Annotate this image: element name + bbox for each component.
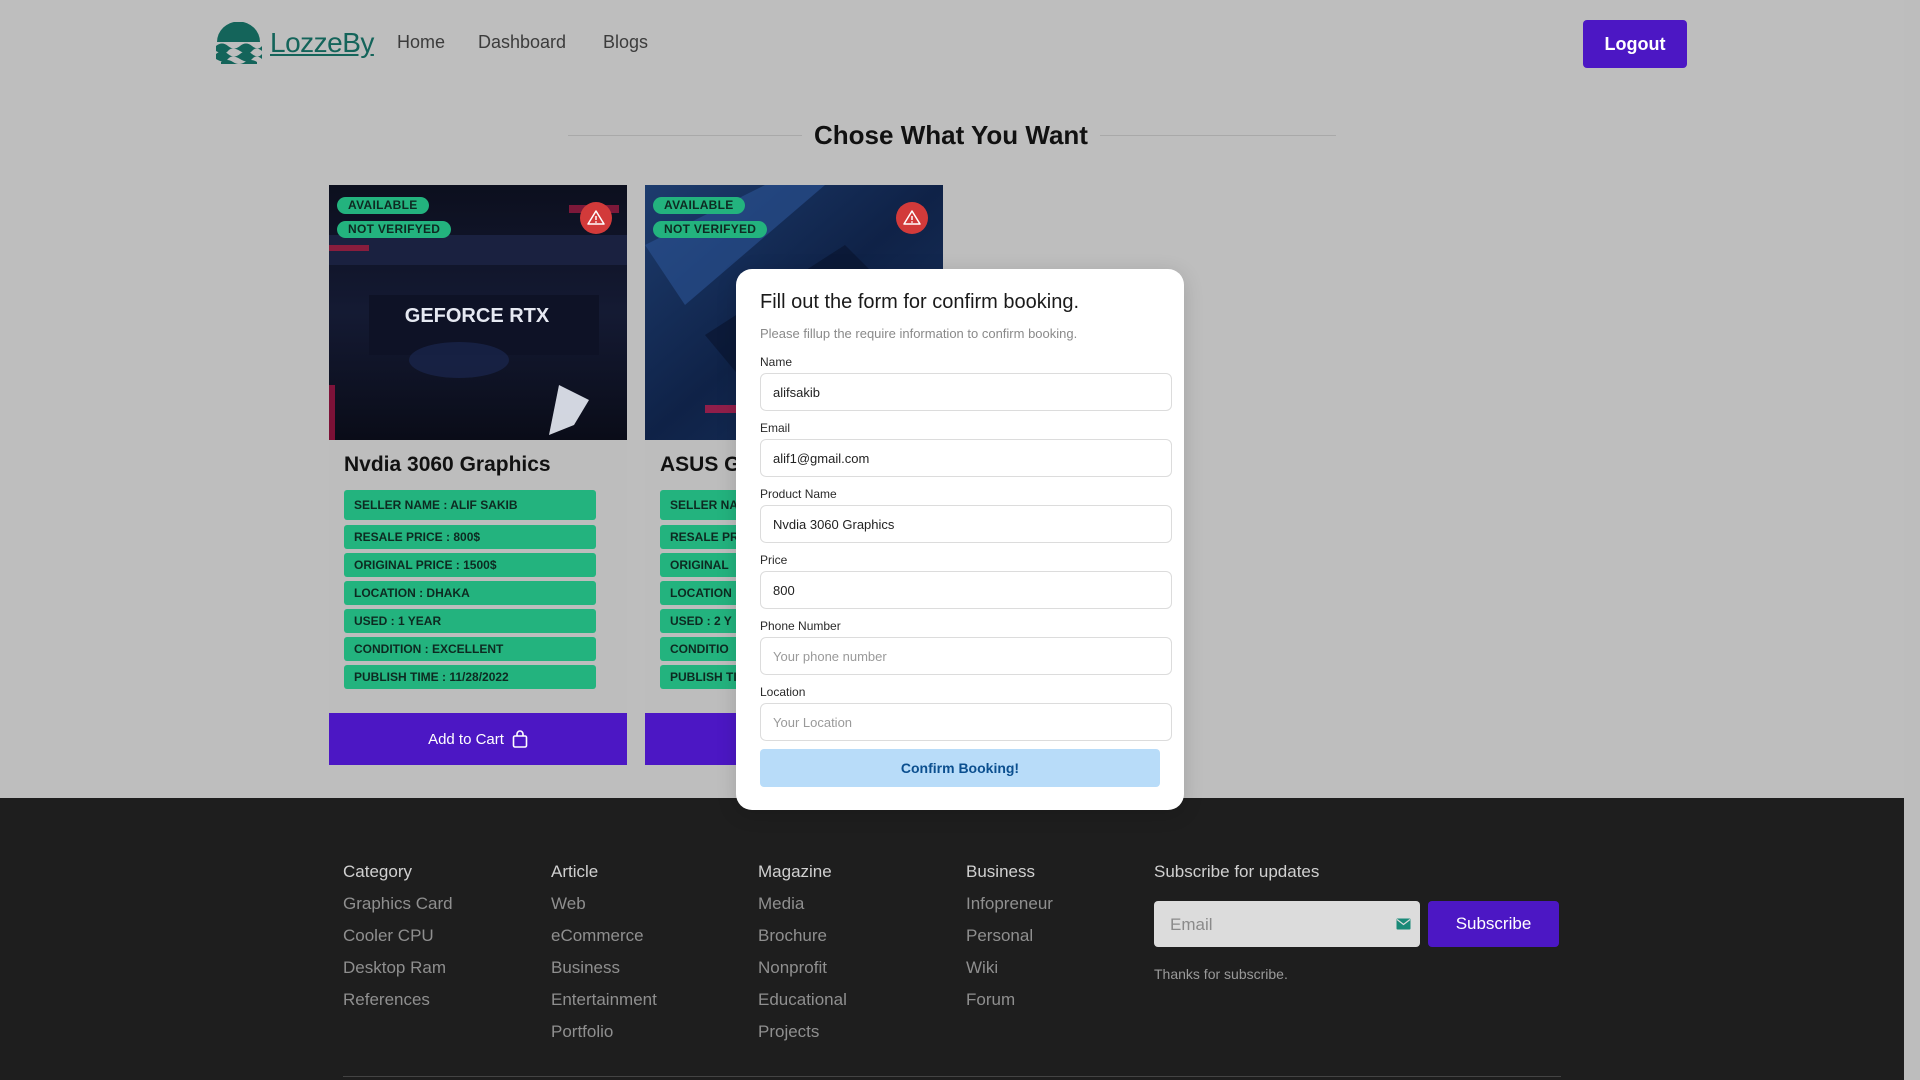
footer-link[interactable]: Brochure [758,926,847,958]
confirm-booking-button[interactable]: Confirm Booking! [760,749,1160,787]
detail-condition: CONDITION : EXCELLENT [344,637,596,661]
price-field[interactable] [760,571,1172,609]
shopping-bag-icon [512,730,528,748]
footer-divider [343,1076,1561,1077]
email-field[interactable] [760,439,1172,477]
subscribe-section: Subscribe for updates Subscribe Thanks f… [1154,862,1559,982]
footer-link[interactable]: eCommerce [551,926,657,958]
footer-heading: Category [343,862,412,881]
mail-icon [1396,918,1411,930]
product-name-field[interactable] [760,505,1172,543]
subscribe-email-box [1154,901,1420,949]
subscribe-thanks-text: Thanks for subscribe. [1154,966,1288,982]
name-field[interactable] [760,373,1172,411]
footer-link[interactable]: Business [551,958,657,990]
footer-link[interactable]: Projects [758,1022,847,1054]
footer-heading: Article [551,862,599,881]
logo-text: LozzeBy [270,27,374,58]
gpu-brand-text: GEFORCE RTX [405,305,550,327]
subscribe-heading: Subscribe for updates [1154,862,1320,881]
footer-heading: Magazine [758,862,832,881]
navbar: LozzeBy Home Dashboard Blogs Logout [0,0,1920,88]
product-card: GEFORCE RTX AVAILABLE NOT VERIFYED Nvdia… [329,185,627,765]
name-label: Name [760,355,793,369]
price-label: Price [760,553,788,567]
logout-button[interactable]: Logout [1583,20,1687,68]
add-to-cart-label: Add to Cart [428,730,504,748]
footer-column-magazine: Magazine Media Brochure Nonprofit Educat… [758,862,847,1054]
status-badge-verification: NOT VERIFYED [653,221,768,238]
detail-resale-price: RESALE PRICE : 800$ [344,525,596,549]
footer-column-article: Article Web eCommerce Business Entertain… [551,862,657,1054]
product-title: Nvdia 3060 Graphics [344,453,551,476]
footer-link[interactable]: Desktop Ram [343,958,453,990]
footer-column-business: Business Infopreneur Personal Wiki Forum [966,862,1053,1022]
waves-logo-icon [216,22,262,64]
footer-heading: Business [966,862,1035,881]
add-to-cart-button[interactable]: Add to Cart [329,713,627,765]
footer-column-category: Category Graphics Card Cooler CPU Deskto… [343,862,453,1022]
footer-link[interactable]: Educational [758,990,847,1022]
detail-used: USED : 1 YEAR [344,609,596,633]
footer-link[interactable]: Cooler CPU [343,926,453,958]
footer-link[interactable]: Portfolio [551,1022,657,1054]
footer-link[interactable]: Wiki [966,958,1053,990]
subscribe-button[interactable]: Subscribe [1428,901,1559,947]
location-label: Location [760,685,806,699]
product-name-label: Product Name [760,487,837,501]
footer-link[interactable]: Media [758,894,847,926]
footer-link[interactable]: Web [551,894,657,926]
warning-triangle-icon [903,210,921,225]
modal-subtitle: Please fillup the require information to… [760,326,1078,341]
logo[interactable]: LozzeBy [215,22,374,64]
footer: Category Graphics Card Cooler CPU Deskto… [0,798,1904,1080]
warning-triangle-icon [587,210,605,225]
report-button[interactable] [896,202,928,234]
footer-link[interactable]: References [343,990,453,1022]
status-badge-available: AVAILABLE [337,197,429,214]
detail-original-price: ORIGINAL PRICE : 1500$ [344,553,596,577]
status-badge-verification: NOT VERIFYED [337,221,452,238]
modal-title: Fill out the form for confirm booking. [760,291,1080,313]
product-image: GEFORCE RTX AVAILABLE NOT VERIFYED [329,185,627,440]
nav-home[interactable]: Home [397,32,445,53]
nav-dashboard[interactable]: Dashboard [478,32,566,53]
status-badge-available: AVAILABLE [653,197,745,214]
footer-link[interactable]: Entertainment [551,990,657,1022]
subscribe-email-input[interactable] [1154,901,1402,949]
detail-location: LOCATION : DHAKA [344,581,596,605]
phone-label: Phone Number [760,619,841,633]
footer-link[interactable]: Graphics Card [343,894,453,926]
phone-field[interactable] [760,637,1172,675]
booking-modal: Fill out the form for confirm booking. P… [736,269,1184,810]
footer-link[interactable]: Nonprofit [758,958,847,990]
footer-link[interactable]: Personal [966,926,1053,958]
detail-publish-time: PUBLISH TIME : 11/28/2022 [344,665,596,689]
nav-blogs[interactable]: Blogs [603,32,648,53]
report-button[interactable] [580,202,612,234]
scrollbar-track[interactable] [1904,0,1920,1080]
footer-link[interactable]: Forum [966,990,1053,1022]
detail-seller: SELLER NAME : ALIF SAKIB [344,490,596,520]
location-field[interactable] [760,703,1172,741]
section-title: Chose What You Want [814,120,1088,150]
footer-link[interactable]: Infopreneur [966,894,1053,926]
email-label: Email [760,421,791,435]
